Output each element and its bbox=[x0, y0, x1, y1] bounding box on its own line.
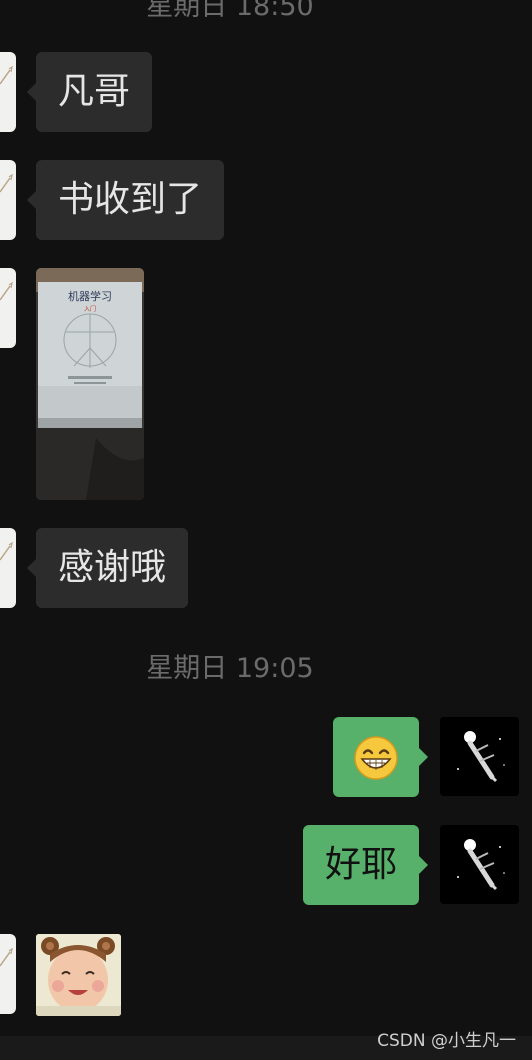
contact-avatar[interactable] bbox=[0, 268, 16, 348]
sketch-avatar-icon bbox=[0, 948, 13, 967]
incoming-message-bubble[interactable]: 感谢哦 bbox=[26, 528, 189, 608]
timestamp-header: 星期日 19:05 bbox=[146, 653, 314, 684]
outgoing-emoji-bubble[interactable] bbox=[333, 717, 428, 797]
incoming-message-bubble[interactable]: 书收到了 bbox=[26, 160, 225, 240]
sketch-avatar-icon bbox=[0, 282, 13, 301]
baby-bear-sticker bbox=[36, 934, 121, 1016]
sketch-avatar-icon bbox=[0, 174, 13, 193]
contact-avatar[interactable] bbox=[0, 934, 16, 1014]
book-badge-text: 入门 bbox=[84, 305, 96, 313]
my-avatar[interactable] bbox=[440, 825, 519, 904]
astronaut-avatar-icon bbox=[440, 717, 519, 796]
astronaut-avatar-icon bbox=[440, 825, 519, 904]
chat-screen: 星期日 18:50 凡哥 书收到了 机器学习 入门 感谢哦 星期日 19:05 … bbox=[0, 0, 532, 1060]
sticker-message[interactable] bbox=[36, 934, 121, 1016]
incoming-message-bubble[interactable]: 凡哥 bbox=[26, 52, 153, 132]
sketch-avatar-icon bbox=[0, 542, 13, 561]
contact-avatar[interactable] bbox=[0, 160, 16, 240]
book-photo-image: 机器学习 入门 bbox=[36, 268, 144, 500]
watermark-text: CSDN @小生凡一 bbox=[377, 1031, 516, 1051]
contact-avatar[interactable] bbox=[0, 528, 16, 608]
timestamp-header: 星期日 18:50 bbox=[146, 0, 314, 22]
outgoing-message-bubble[interactable]: 好耶 bbox=[302, 825, 429, 905]
book-title-text: 机器学习 bbox=[68, 289, 112, 303]
my-avatar[interactable] bbox=[440, 717, 519, 796]
contact-avatar[interactable] bbox=[0, 52, 16, 132]
grinning-face-emoji bbox=[354, 736, 398, 780]
photo-message[interactable]: 机器学习 入门 bbox=[36, 268, 144, 500]
sketch-avatar-icon bbox=[0, 66, 13, 85]
